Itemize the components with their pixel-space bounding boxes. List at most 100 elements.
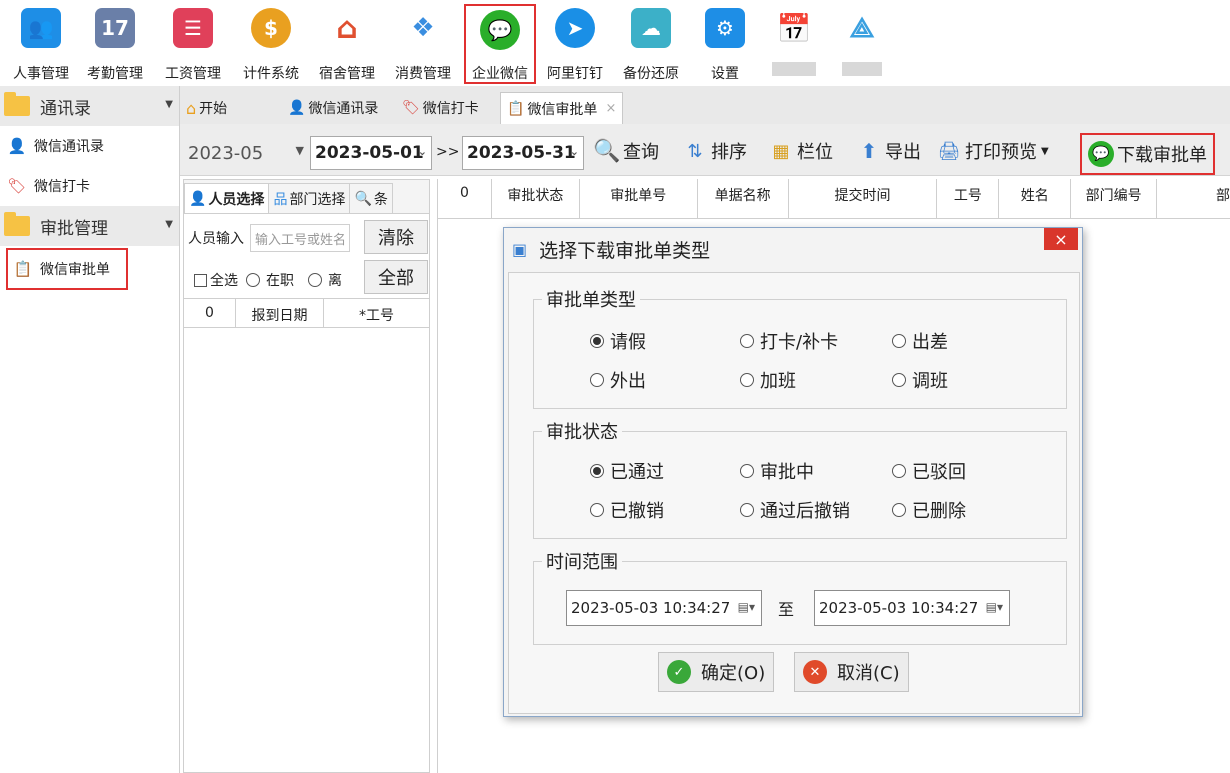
radio-indicator: [892, 464, 906, 478]
start-date-picker[interactable]: 2023-05-01 ⌄: [310, 136, 432, 170]
sort-button[interactable]: ⇅ 排序: [682, 136, 747, 166]
type-overtime-radio[interactable]: 加班: [740, 367, 796, 393]
toolbar-wechat-work-button[interactable]: 💬 企业微信: [464, 4, 536, 84]
chevron-down-icon: ⌄: [569, 145, 579, 158]
column-header[interactable]: 部: [1157, 179, 1230, 218]
status-revoked-after-approval-radio[interactable]: 通过后撤销: [740, 497, 850, 523]
toolbar-hr-button[interactable]: 👥 人事管理: [6, 4, 76, 84]
approval-type-legend: 审批单类型: [542, 286, 640, 312]
column-header[interactable]: 审批状态: [492, 179, 580, 218]
month-select[interactable]: 2023-05 ▼: [184, 136, 308, 170]
column-header[interactable]: 0: [438, 179, 492, 218]
personnel-input-row: 人员输入 输入工号或姓名: [188, 224, 350, 252]
ok-button[interactable]: ✓ 确定(O): [658, 652, 775, 692]
radio-label: 出差: [912, 332, 948, 353]
status-active-radio[interactable]: [246, 273, 260, 287]
time-from-value: 2023-05-03 10:34:27: [571, 599, 731, 617]
tab-start[interactable]: ⌂ 开始: [186, 92, 227, 124]
tab-label: 微信审批单: [527, 101, 598, 118]
export-button[interactable]: ⬆ 导出: [856, 136, 921, 166]
toolbar-extra-button-2[interactable]: ⟁: [832, 4, 892, 84]
toolbar-piecework-button[interactable]: $ 计件系统: [236, 4, 306, 84]
calendar-dropdown-icon: ▤▾: [737, 600, 755, 614]
column-header[interactable]: 提交时间: [789, 179, 938, 218]
select-all-label: 全选: [210, 273, 238, 289]
ok-label: 确定(O): [701, 663, 766, 684]
tab-wechat-contacts[interactable]: 👤 微信通讯录: [288, 92, 378, 124]
toolbar-dorm-button[interactable]: ⌂ 宿舍管理: [312, 4, 382, 84]
personnel-filter-row: 全选 在职 离: [194, 270, 342, 290]
nav-group-contacts[interactable]: 通讯录 ▼: [0, 86, 179, 126]
type-shift-swap-radio[interactable]: 调班: [892, 367, 948, 393]
column-header[interactable]: 审批单号: [580, 179, 698, 218]
close-icon[interactable]: ×: [605, 101, 616, 116]
toolbar-consumption-button[interactable]: ❖ 消费管理: [388, 4, 458, 84]
cancel-button[interactable]: ✕ 取消(C): [794, 652, 909, 692]
radio-indicator: [892, 503, 906, 517]
column-header[interactable]: 部门编号: [1071, 179, 1158, 218]
type-business-trip-radio[interactable]: 出差: [892, 328, 948, 354]
download-approval-button[interactable]: 💬 下载审批单: [1080, 133, 1215, 175]
chevron-down-icon: ▼: [295, 144, 304, 157]
time-to-picker[interactable]: 2023-05-03 10:34:27 ▤▾: [814, 590, 1010, 626]
toolbar-settings-button[interactable]: ⚙ 设置: [690, 4, 760, 84]
columns-button[interactable]: ▦ 栏位: [768, 136, 833, 166]
start-date-value: 2023-05-01: [315, 143, 424, 163]
status-deleted-radio[interactable]: 已删除: [892, 497, 966, 523]
time-from-picker[interactable]: 2023-05-03 10:34:27 ▤▾: [566, 590, 762, 626]
tab-personnel-select[interactable]: 👤 人员选择: [184, 183, 270, 213]
dialog-body: 审批单类型 请假 打卡/补卡 出差 外出 加班 调班 审批状态 已通过 审批中 …: [508, 272, 1080, 714]
type-outing-radio[interactable]: 外出: [590, 367, 646, 393]
radio-indicator: [590, 334, 604, 348]
clear-button[interactable]: 清除: [364, 220, 428, 254]
toolbar-backup-button[interactable]: ☁ 备份还原: [616, 4, 686, 84]
calendar-person-icon: 📅: [774, 8, 814, 48]
query-label: 查询: [623, 142, 659, 163]
column-header[interactable]: 单据名称: [698, 179, 789, 218]
toolbar-payroll-button[interactable]: ☰ 工资管理: [158, 4, 228, 84]
personnel-search-input[interactable]: 输入工号或姓名: [250, 224, 350, 252]
column-header[interactable]: 工号: [937, 179, 1000, 218]
column-header[interactable]: *工号: [324, 299, 429, 327]
toolbar-label: 考勤管理: [87, 66, 143, 82]
type-leave-radio[interactable]: 请假: [590, 328, 646, 354]
toolbar-label: 计件系统: [243, 66, 299, 82]
tab-condition-select[interactable]: 🔍 条: [349, 183, 393, 213]
tab-department-select[interactable]: 品 部门选择: [268, 183, 351, 213]
tab-wechat-checkin[interactable]: 🏷 微信打卡: [402, 92, 479, 124]
tab-label: 开始: [199, 101, 228, 117]
nav-group-approval[interactable]: 审批管理 ▼: [0, 206, 179, 246]
toolbar-dingtalk-button[interactable]: ➤ 阿里钉钉: [540, 4, 610, 84]
nav-item-wechat-checkin[interactable]: 🏷 微信打卡: [0, 166, 179, 206]
gear-icon: ⚙: [705, 8, 745, 48]
download-approval-dialog: ▣ 选择下载审批单类型 × 审批单类型 请假 打卡/补卡 出差 外出 加班 调班: [503, 227, 1083, 717]
cloud-icon: ☁: [631, 8, 671, 48]
status-approved-radio[interactable]: 已通过: [590, 458, 664, 484]
toolbar-extra-button-1[interactable]: 📅: [764, 4, 824, 84]
status-rejected-radio[interactable]: 已驳回: [892, 458, 966, 484]
all-button[interactable]: 全部: [364, 260, 428, 294]
column-header[interactable]: 0: [184, 299, 236, 327]
query-button[interactable]: 🔍 查询: [593, 136, 659, 166]
document-tabs: ⌂ 开始 👤 微信通讯录 🏷 微信打卡 📋 微信审批单 ×: [180, 86, 1230, 124]
print-preview-label: 打印预览: [965, 142, 1037, 163]
input-placeholder: 输入工号或姓名: [255, 232, 347, 248]
select-all-checkbox[interactable]: [194, 273, 207, 287]
radio-indicator: [740, 334, 754, 348]
column-header[interactable]: 报到日期: [236, 299, 324, 327]
radio-indicator: [892, 373, 906, 387]
dialog-close-button[interactable]: ×: [1044, 228, 1078, 250]
print-preview-button[interactable]: 🖨 打印预览 ▼: [936, 136, 1049, 166]
tab-wechat-approval[interactable]: 📋 微信审批单 ×: [500, 92, 624, 124]
nav-item-wechat-approval[interactable]: 📋 微信审批单: [6, 248, 128, 290]
nav-item-wechat-contacts[interactable]: 👤 微信通讯录: [0, 126, 179, 166]
radio-label: 审批中: [760, 462, 814, 483]
radio-indicator: [892, 334, 906, 348]
column-header[interactable]: 姓名: [999, 179, 1072, 218]
end-date-picker[interactable]: 2023-05-31 ⌄: [462, 136, 584, 170]
status-pending-radio[interactable]: 审批中: [740, 458, 814, 484]
toolbar-attendance-button[interactable]: 17 考勤管理: [80, 4, 150, 84]
status-left-radio[interactable]: [308, 273, 322, 287]
type-checkin-radio[interactable]: 打卡/补卡: [740, 328, 838, 354]
status-revoked-radio[interactable]: 已撤销: [590, 497, 664, 523]
